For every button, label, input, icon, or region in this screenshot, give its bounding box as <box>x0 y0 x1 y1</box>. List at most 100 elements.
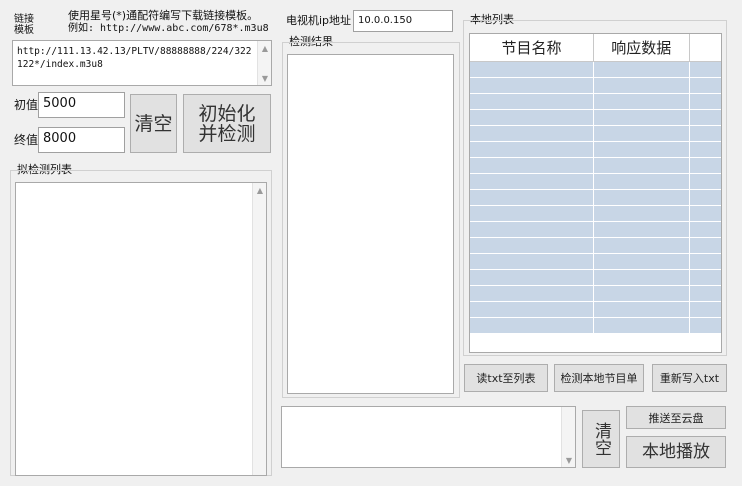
cell-program-name <box>470 317 594 334</box>
end-value-input[interactable]: 8000 <box>38 127 125 153</box>
cell-program-name <box>470 301 594 318</box>
read-txt-button[interactable]: 读txt至列表 <box>464 364 548 392</box>
cell-program-name <box>470 109 594 126</box>
url-template-input[interactable]: http://111.13.42.13/PLTV/88888888/224/32… <box>12 40 272 86</box>
cell-response-data <box>593 269 690 286</box>
pending-list-box[interactable]: ▲ <box>15 182 267 476</box>
url-template-scrollbar[interactable]: ▲ ▼ <box>257 41 271 85</box>
cell-program-name <box>470 125 594 142</box>
cell-response-data <box>593 317 690 334</box>
scroll-down-icon[interactable]: ▼ <box>562 453 576 467</box>
cell-filler <box>689 141 721 158</box>
cell-filler <box>689 285 721 302</box>
cell-response-data <box>593 141 690 158</box>
column-header-response-data[interactable]: 响应数据 <box>593 34 690 62</box>
cell-filler <box>689 189 721 206</box>
local-list-grid: 节目名称 响应数据 <box>470 34 721 334</box>
cell-filler <box>689 109 721 126</box>
table-row[interactable] <box>470 221 721 238</box>
end-value-label: 终值 <box>14 133 39 147</box>
cell-response-data <box>593 301 690 318</box>
table-row[interactable] <box>470 141 721 158</box>
local-list-table[interactable]: 节目名称 响应数据 <box>469 33 722 353</box>
cell-response-data <box>593 77 690 94</box>
cell-program-name <box>470 205 594 222</box>
tv-ip-input[interactable]: 10.0.0.150 <box>353 10 453 32</box>
results-box[interactable] <box>287 54 454 394</box>
cell-program-name <box>470 221 594 238</box>
cell-filler <box>689 173 721 190</box>
table-row[interactable] <box>470 285 721 302</box>
cell-filler <box>689 269 721 286</box>
init-check-button[interactable]: 初始化 并检测 <box>183 94 271 153</box>
cell-filler <box>689 253 721 270</box>
cell-filler <box>689 125 721 142</box>
table-row[interactable] <box>470 237 721 254</box>
cell-program-name <box>470 173 594 190</box>
local-play-button[interactable]: 本地播放 <box>626 436 726 468</box>
column-header-program-name[interactable]: 节目名称 <box>470 34 594 62</box>
start-value-input[interactable]: 5000 <box>38 92 125 118</box>
table-row[interactable] <box>470 109 721 126</box>
cell-filler <box>689 93 721 110</box>
cell-response-data <box>593 109 690 126</box>
cell-response-data <box>593 253 690 270</box>
template-hint-line1: 使用星号(*)通配符编写下载链接模板。 <box>68 9 259 22</box>
tv-ip-label: 电视机ip地址 <box>286 14 352 27</box>
table-row[interactable] <box>470 301 721 318</box>
table-row[interactable] <box>470 173 721 190</box>
table-row[interactable] <box>470 125 721 142</box>
url-template-text: http://111.13.42.13/PLTV/88888888/224/32… <box>17 46 252 70</box>
init-check-line1: 初始化 <box>198 102 256 125</box>
table-row[interactable] <box>470 77 721 94</box>
table-row[interactable] <box>470 269 721 286</box>
cell-response-data <box>593 285 690 302</box>
cell-response-data <box>593 157 690 174</box>
cell-filler <box>689 61 721 78</box>
table-row[interactable] <box>470 317 721 334</box>
table-row[interactable] <box>470 205 721 222</box>
cell-response-data <box>593 61 690 78</box>
cell-response-data <box>593 189 690 206</box>
cell-program-name <box>470 157 594 174</box>
cell-program-name <box>470 189 594 206</box>
log-box[interactable]: ▼ <box>281 406 576 468</box>
clear-button[interactable]: 清空 <box>130 94 177 153</box>
cell-filler <box>689 221 721 238</box>
cell-filler <box>689 157 721 174</box>
cell-program-name <box>470 61 594 78</box>
cell-filler <box>689 237 721 254</box>
cell-program-name <box>470 269 594 286</box>
cell-filler <box>689 301 721 318</box>
template-label: 链接模板 <box>14 14 34 36</box>
check-local-list-button[interactable]: 检测本地节目单 <box>554 364 644 392</box>
cell-program-name <box>470 253 594 270</box>
table-row[interactable] <box>470 157 721 174</box>
cell-response-data <box>593 205 690 222</box>
app-window: 链接模板 使用星号(*)通配符编写下载链接模板。 例如: http://www.… <box>0 0 742 486</box>
table-row[interactable] <box>470 253 721 270</box>
rewrite-txt-button[interactable]: 重新写入txt <box>652 364 727 392</box>
cell-response-data <box>593 125 690 142</box>
cell-response-data <box>593 237 690 254</box>
log-scrollbar[interactable]: ▼ <box>561 407 575 467</box>
cell-program-name <box>470 77 594 94</box>
template-hint-line2: 例如: http://www.abc.com/678*.m3u8 <box>68 23 269 34</box>
column-header-filler <box>689 34 721 62</box>
cell-response-data <box>593 173 690 190</box>
pending-list-scrollbar[interactable]: ▲ <box>252 183 266 475</box>
cell-program-name <box>470 285 594 302</box>
table-row[interactable] <box>470 189 721 206</box>
push-cloud-button[interactable]: 推送至云盘 <box>626 406 726 429</box>
table-row[interactable] <box>470 61 721 78</box>
scroll-up-icon[interactable]: ▲ <box>253 183 267 197</box>
cell-program-name <box>470 141 594 158</box>
table-row[interactable] <box>470 93 721 110</box>
cell-filler <box>689 317 721 334</box>
cell-response-data <box>593 93 690 110</box>
scroll-down-icon[interactable]: ▼ <box>258 71 272 85</box>
scroll-up-icon[interactable]: ▲ <box>258 41 272 55</box>
cell-filler <box>689 205 721 222</box>
clear-log-button[interactable]: 清空 <box>582 410 620 468</box>
cell-program-name <box>470 237 594 254</box>
